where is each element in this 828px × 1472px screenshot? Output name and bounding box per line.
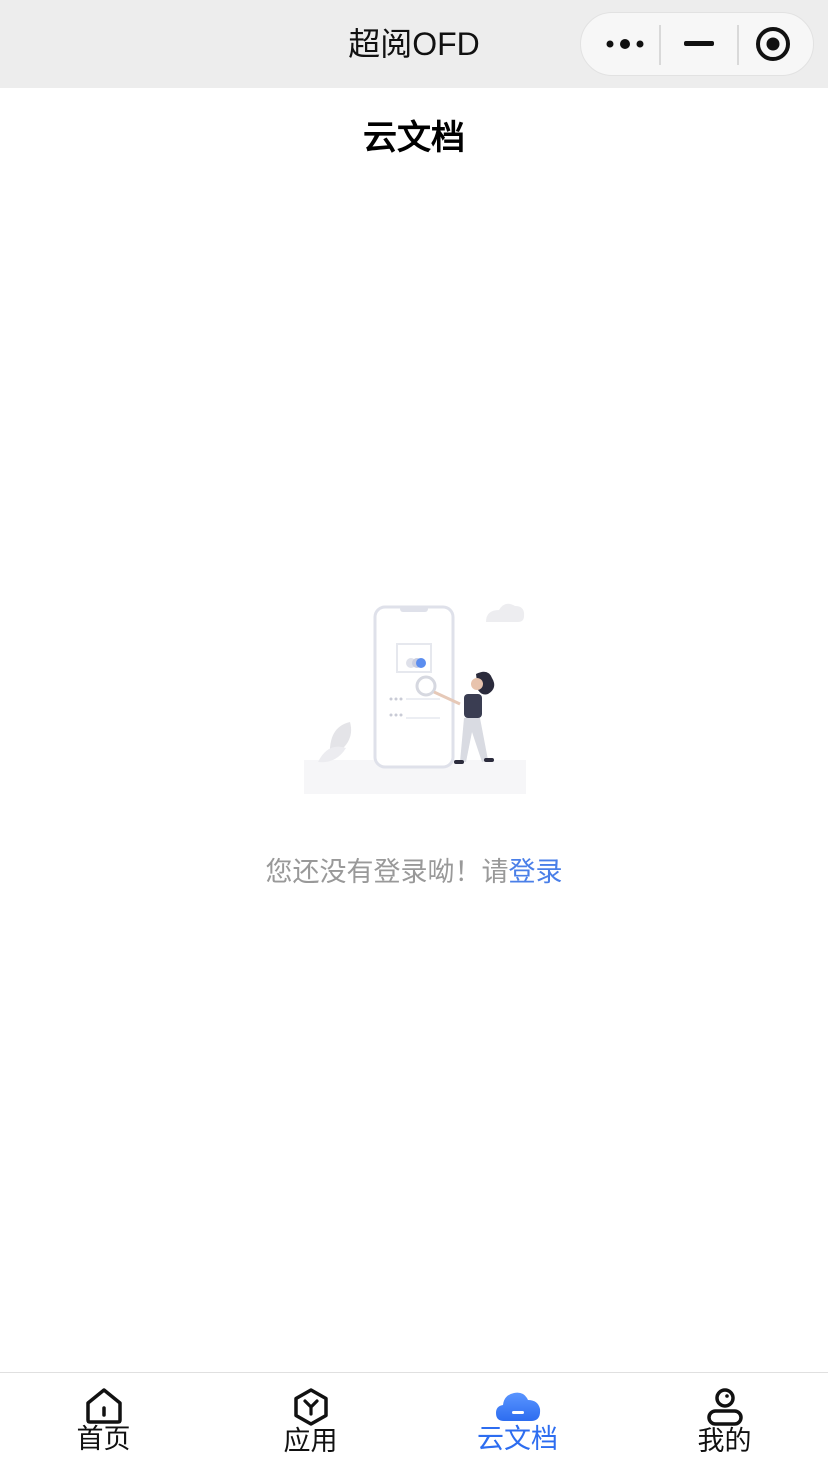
page-title: 云文档 [363,119,465,157]
tab-apps[interactable]: 应用 [207,1373,414,1472]
cloud-icon [495,1392,540,1421]
empty-state-text: 您还没有登录呦！请 [265,857,509,887]
more-dots-icon [606,39,644,49]
tab-cloud-docs[interactable]: 云文档 [414,1373,621,1472]
tab-label: 应用 [283,1426,338,1456]
apps-hexagon-icon [293,1388,328,1426]
tab-mine[interactable]: 我的 [621,1373,828,1472]
login-link[interactable]: 登录 [509,857,563,887]
bottom-tab-bar: 首页 应用 云文档 我的 [0,1372,828,1472]
tab-label: 云文档 [477,1424,558,1454]
tab-label: 首页 [76,1424,131,1454]
capsule-menu [580,12,814,76]
profile-icon [706,1388,743,1426]
close-button[interactable] [735,13,811,75]
target-close-icon [756,27,790,61]
minimize-icon [684,41,714,46]
home-icon [85,1388,122,1424]
phone-search-illustration [304,603,526,794]
more-button[interactable] [587,13,663,75]
mini-program-nav-bar: 超阅OFD [0,0,828,88]
minimize-button[interactable] [661,13,737,75]
empty-state-message: 您还没有登录呦！请登录 [0,850,828,889]
tab-label: 我的 [697,1426,752,1456]
tab-home[interactable]: 首页 [0,1373,207,1472]
